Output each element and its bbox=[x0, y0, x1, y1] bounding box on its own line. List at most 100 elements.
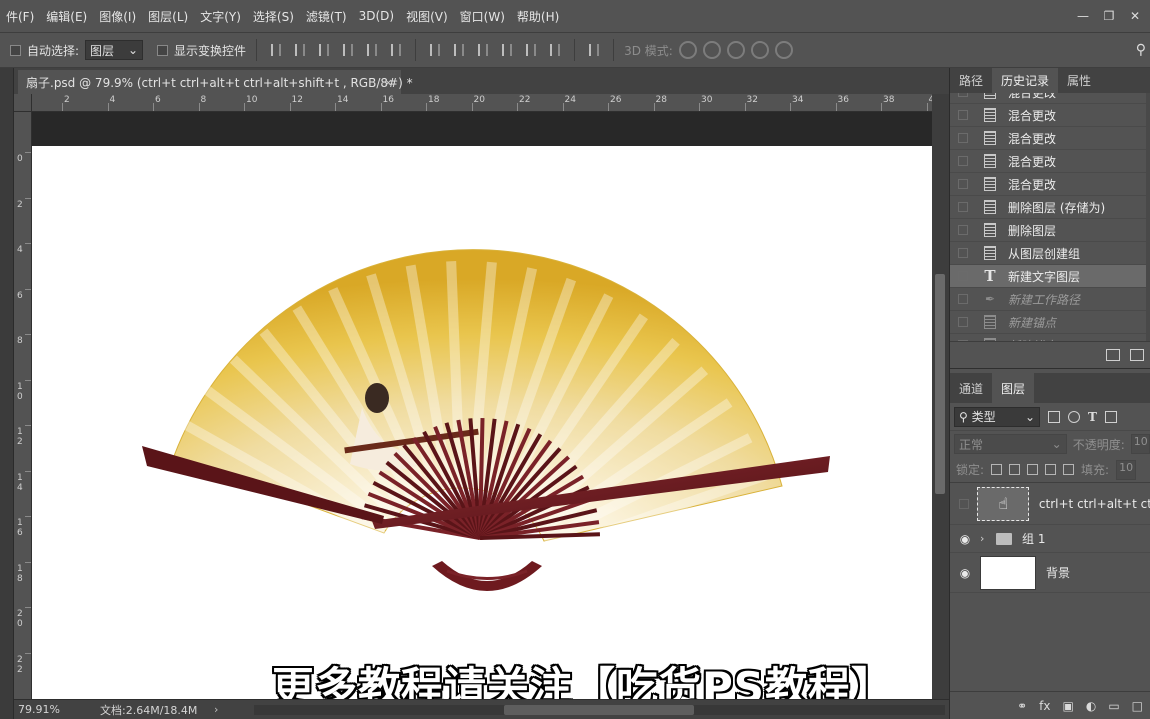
shape-filter-icon[interactable] bbox=[1104, 410, 1117, 423]
chevron-right-icon[interactable]: › bbox=[980, 532, 992, 545]
3d-slide-icon[interactable] bbox=[750, 41, 769, 59]
new-layer-icon[interactable]: □ bbox=[1132, 699, 1143, 713]
blend-mode-dropdown[interactable]: 正常 ⌄ bbox=[954, 434, 1067, 454]
distribute-hcenter-icon[interactable] bbox=[522, 41, 540, 59]
adjustment-icon[interactable]: ◐ bbox=[1086, 699, 1096, 713]
distribute-top-icon[interactable] bbox=[426, 41, 444, 59]
text-filter-icon[interactable]: T bbox=[1088, 410, 1097, 424]
camera-icon[interactable] bbox=[1130, 349, 1144, 361]
distribute-right-icon[interactable] bbox=[546, 41, 564, 59]
snapshot-source-checkbox[interactable] bbox=[958, 271, 968, 281]
tab-history[interactable]: 历史记录 bbox=[992, 68, 1059, 93]
horizontal-ruler[interactable]: 246810121416182022242628303234363840 bbox=[32, 94, 940, 112]
menu-image[interactable]: 图像(I) bbox=[93, 8, 142, 25]
minimize-icon[interactable]: — bbox=[1072, 8, 1094, 24]
adjustment-filter-icon[interactable] bbox=[1068, 410, 1080, 423]
zoom-level[interactable]: 79.91% bbox=[14, 703, 74, 716]
fill-input[interactable]: 10 bbox=[1116, 459, 1137, 480]
align-vcenter-icon[interactable] bbox=[291, 41, 309, 59]
align-left-icon[interactable] bbox=[339, 41, 357, 59]
tab-layers[interactable]: 图层 bbox=[992, 373, 1035, 403]
snapshot-source-checkbox[interactable] bbox=[958, 156, 968, 166]
link-icon[interactable]: ⚭ bbox=[1017, 699, 1027, 713]
status-menu-arrow[interactable]: › bbox=[214, 703, 234, 716]
snapshot-source-checkbox[interactable] bbox=[958, 340, 968, 341]
tab-paths[interactable]: 路径 bbox=[950, 68, 992, 93]
search-icon[interactable]: ⚲ bbox=[1136, 42, 1146, 58]
scroll-thumb[interactable] bbox=[935, 274, 945, 494]
auto-select-dropdown[interactable]: 图层 ⌄ bbox=[85, 40, 144, 60]
menu-edit[interactable]: 编辑(E) bbox=[40, 8, 93, 25]
menu-filter[interactable]: 滤镜(T) bbox=[300, 8, 353, 25]
snapshot-source-checkbox[interactable] bbox=[958, 248, 968, 258]
history-item[interactable]: 混合更改 bbox=[950, 150, 1150, 173]
canvas-vertical-scrollbar[interactable] bbox=[932, 94, 949, 699]
align-hcenter-icon[interactable] bbox=[363, 41, 381, 59]
history-item[interactable]: 混合更改 bbox=[950, 127, 1150, 150]
history-item[interactable]: 新建锚点 bbox=[950, 311, 1150, 334]
menu-window[interactable]: 窗口(W) bbox=[454, 8, 511, 25]
close-window-icon[interactable]: ✕ bbox=[1124, 8, 1146, 24]
history-item[interactable]: 删除图层 bbox=[950, 219, 1150, 242]
history-item[interactable]: T 新建文字图层 bbox=[950, 265, 1150, 288]
align-right-icon[interactable] bbox=[387, 41, 405, 59]
menu-view[interactable]: 视图(V) bbox=[400, 8, 454, 25]
align-top-icon[interactable] bbox=[267, 41, 285, 59]
tab-channels[interactable]: 通道 bbox=[950, 373, 992, 403]
layer-row-group[interactable]: ◉ › 组 1 bbox=[950, 525, 1150, 553]
history-scrollbar[interactable] bbox=[1146, 93, 1150, 341]
snapshot-source-checkbox[interactable] bbox=[958, 110, 968, 120]
eye-icon[interactable]: ◉ bbox=[950, 532, 980, 546]
snapshot-source-checkbox[interactable] bbox=[958, 179, 968, 189]
new-group-icon[interactable]: ▭ bbox=[1108, 699, 1119, 713]
3d-pan-icon[interactable] bbox=[726, 41, 745, 59]
distribute-bottom-icon[interactable] bbox=[474, 41, 492, 59]
eye-icon[interactable]: ◉ bbox=[950, 566, 980, 580]
history-item[interactable]: 混合更改 bbox=[950, 104, 1150, 127]
pixel-filter-icon[interactable] bbox=[1048, 410, 1060, 423]
mask-icon[interactable]: ▣ bbox=[1062, 699, 1073, 713]
restore-icon[interactable]: ❐ bbox=[1098, 8, 1120, 24]
artboard[interactable] bbox=[32, 146, 932, 699]
distribute-left-icon[interactable] bbox=[498, 41, 516, 59]
snapshot-source-checkbox[interactable] bbox=[958, 133, 968, 143]
visibility-toggle[interactable] bbox=[950, 498, 977, 509]
lock-artboard-icon[interactable] bbox=[1045, 464, 1057, 475]
ruler-origin[interactable] bbox=[14, 94, 32, 112]
canvas-horizontal-scrollbar[interactable] bbox=[254, 705, 945, 715]
opacity-input[interactable]: 10 bbox=[1130, 434, 1150, 454]
snapshot-source-checkbox[interactable] bbox=[958, 93, 968, 97]
lock-all-icon[interactable] bbox=[1063, 464, 1075, 475]
3d-roll-icon[interactable] bbox=[702, 41, 721, 59]
fx-button[interactable]: fx bbox=[1039, 699, 1050, 713]
3d-orbit-icon[interactable] bbox=[678, 41, 697, 59]
menu-layer[interactable]: 图层(L) bbox=[142, 8, 194, 25]
history-item[interactable]: 混合更改 bbox=[950, 173, 1150, 196]
history-item[interactable]: 混合更改 bbox=[950, 93, 1150, 104]
distribute-vcenter-icon[interactable] bbox=[450, 41, 468, 59]
snapshot-source-checkbox[interactable] bbox=[958, 294, 968, 304]
scroll-thumb[interactable] bbox=[504, 705, 694, 715]
lock-brush-icon[interactable] bbox=[1009, 464, 1021, 475]
history-item[interactable]: 新建锚点 bbox=[950, 334, 1150, 341]
history-item[interactable]: 从图层创建组 bbox=[950, 242, 1150, 265]
menu-select[interactable]: 选择(S) bbox=[247, 8, 300, 25]
menu-3d[interactable]: 3D(D) bbox=[353, 9, 400, 23]
menu-type[interactable]: 文字(Y) bbox=[194, 8, 247, 25]
tab-properties[interactable]: 属性 bbox=[1058, 68, 1100, 93]
lock-move-icon[interactable] bbox=[1027, 464, 1039, 475]
menu-file[interactable]: 件(F) bbox=[0, 8, 40, 25]
layer-row-text[interactable]: ☝ ctrl+t ctrl+alt+t ctrl bbox=[950, 483, 1150, 525]
snapshot-source-checkbox[interactable] bbox=[958, 202, 968, 212]
snapshot-source-checkbox[interactable] bbox=[958, 225, 968, 235]
new-snapshot-icon[interactable] bbox=[1106, 349, 1120, 361]
layer-row-background[interactable]: ◉ 背景 bbox=[950, 553, 1150, 593]
show-transform-checkbox[interactable] bbox=[157, 44, 169, 56]
document-tab[interactable]: 扇子.psd @ 79.9% (ctrl+t ctrl+alt+t ctrl+a… bbox=[18, 70, 413, 94]
align-bottom-icon[interactable] bbox=[315, 41, 333, 59]
auto-select-checkbox[interactable] bbox=[10, 44, 21, 56]
history-item[interactable]: ✒ 新建工作路径 bbox=[950, 288, 1150, 311]
layer-filter-dropdown[interactable]: ⚲ 类型 ⌄ bbox=[954, 406, 1040, 427]
menu-help[interactable]: 帮助(H) bbox=[511, 8, 565, 25]
history-item[interactable]: 删除图层 (存储为) bbox=[950, 196, 1150, 219]
